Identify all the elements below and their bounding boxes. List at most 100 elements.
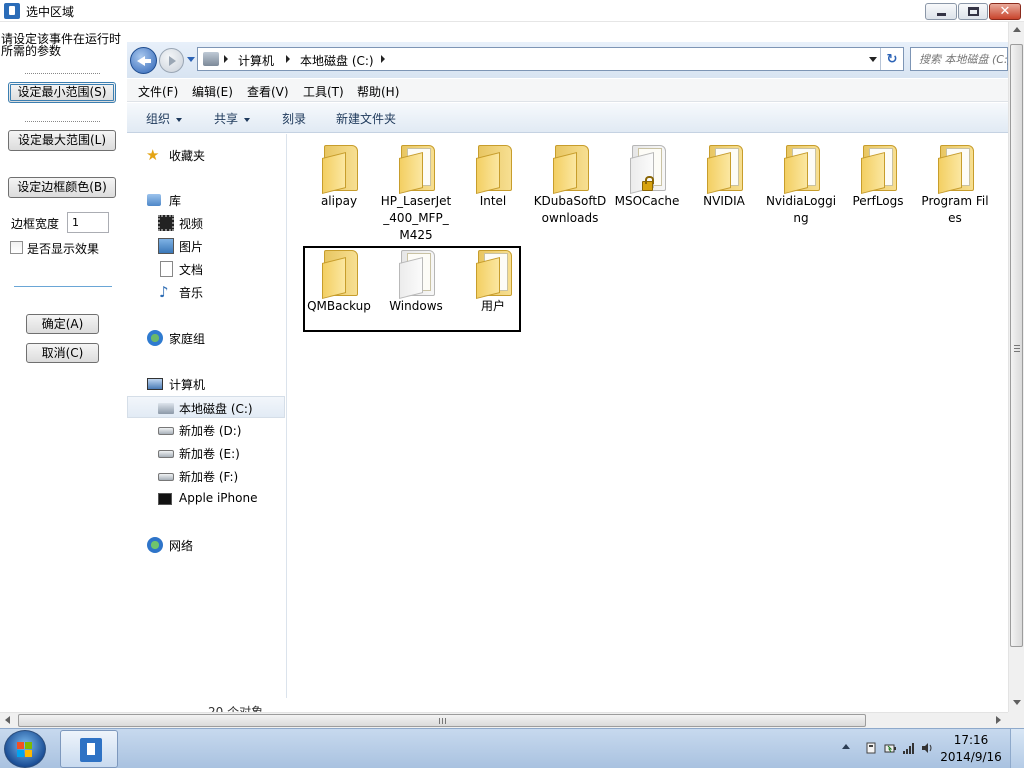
share-label: 共享 (214, 112, 239, 126)
computer-icon (203, 52, 219, 66)
nav-drive-d[interactable]: 新加卷 (D:) (127, 419, 285, 441)
folder-name: Program Files (921, 194, 989, 225)
drive-icon (158, 473, 174, 481)
scroll-down-icon[interactable] (1013, 700, 1021, 705)
folder-icon (553, 145, 589, 194)
nav-computer[interactable]: 计算机 (127, 373, 285, 395)
folder-item[interactable]: Program Files (918, 137, 992, 235)
ok-button[interactable]: 确定(A) (26, 314, 99, 334)
folder-item[interactable]: Windows (379, 242, 453, 340)
folder-item[interactable]: HP_LaserJet_400_MFP_M425 (379, 137, 453, 242)
start-button[interactable] (4, 730, 46, 768)
organize-label: 组织 (146, 112, 171, 126)
scroll-up-icon[interactable] (1013, 27, 1021, 32)
iphone-icon (158, 493, 172, 505)
nav-drive-c[interactable]: 本地磁盘 (C:) (127, 396, 285, 418)
chevron-down-icon (244, 117, 251, 122)
menu-file[interactable]: 文件(F) (138, 83, 178, 100)
folder-name: QMBackup (307, 299, 371, 313)
set-max-range-button[interactable]: 设定最大范围(L) (8, 130, 116, 151)
menu-view[interactable]: 查看(V) (247, 83, 289, 100)
folder-item[interactable]: NVIDIA (687, 137, 761, 235)
maximize-button[interactable] (958, 3, 988, 20)
menu-edit[interactable]: 编辑(E) (192, 83, 233, 100)
folder-item[interactable]: PerfLogs (841, 137, 915, 235)
nav-iphone[interactable]: Apple iPhone (127, 488, 285, 510)
horizontal-scroll-thumb[interactable] (18, 714, 866, 727)
search-input[interactable] (911, 48, 1009, 70)
minimize-button[interactable] (925, 3, 957, 20)
taskbar-app-button[interactable] (60, 730, 118, 768)
folder-icon (399, 250, 435, 299)
vertical-scroll-thumb[interactable] (1010, 44, 1023, 647)
breadcrumb-separator-icon[interactable] (381, 55, 385, 63)
clock-date[interactable]: 2014/9/16 (935, 750, 1007, 764)
minimize-icon (936, 13, 946, 16)
refresh-button[interactable]: ↻ (880, 48, 903, 70)
forward-button[interactable] (159, 48, 184, 73)
menu-help[interactable]: 帮助(H) (357, 83, 399, 100)
nav-music[interactable]: ♪ 音乐 (127, 281, 285, 303)
music-icon: ♪ (159, 283, 169, 301)
nav-libraries[interactable]: 库 (127, 189, 285, 211)
folder-item[interactable]: alipay (302, 137, 376, 235)
folder-item[interactable]: QMBackup (302, 242, 376, 340)
show-desktop-button[interactable] (1010, 729, 1024, 768)
folder-name: MSOCache (614, 194, 680, 208)
video-icon (158, 215, 174, 231)
burn-button[interactable]: 刻录 (282, 110, 306, 127)
back-button[interactable] (130, 47, 157, 74)
search-box[interactable] (910, 47, 1009, 71)
folder-item[interactable]: NvidiaLogging (764, 137, 838, 235)
set-border-color-button[interactable]: 设定边框颜色(B) (8, 177, 116, 198)
folder-item[interactable]: 用户 (456, 242, 530, 340)
nav-videos[interactable]: 视频 (127, 212, 285, 234)
file-view[interactable]: alipay HP_LaserJet_400_MFP_M425 Intel KDuba… (288, 134, 1008, 698)
breadcrumb-separator-icon[interactable] (224, 55, 228, 63)
folder-name: KDubaSoftDownloads (533, 194, 607, 225)
drive-icon (158, 450, 174, 458)
set-min-range-button[interactable]: 设定最小范围(S) (8, 82, 116, 103)
network-signal-icon[interactable] (902, 741, 916, 755)
nav-documents[interactable]: 文档 (127, 258, 285, 280)
vertical-scrollbar[interactable] (1008, 22, 1024, 712)
nav-drive-f[interactable]: 新加卷 (F:) (127, 465, 285, 487)
new-folder-button[interactable]: 新建文件夹 (336, 110, 396, 127)
nav-favorites[interactable]: ★ 收藏夹 (127, 144, 285, 166)
border-width-input[interactable] (67, 212, 109, 233)
volume-icon[interactable] (920, 741, 934, 755)
organize-button[interactable]: 组织 (146, 110, 183, 127)
menu-tools[interactable]: 工具(T) (303, 83, 344, 100)
scroll-corner (1008, 712, 1024, 728)
cancel-button[interactable]: 取消(C) (26, 343, 99, 363)
nav-pictures[interactable]: 图片 (127, 235, 285, 257)
folder-icon (322, 145, 358, 194)
address-dropdown-icon[interactable] (869, 57, 877, 62)
star-icon: ★ (146, 146, 160, 164)
power-icon[interactable] (883, 741, 897, 755)
folder-item[interactable]: P (995, 137, 1008, 235)
show-effect-checkbox[interactable] (10, 241, 23, 254)
close-button[interactable]: ✕ (989, 3, 1021, 20)
nav-network[interactable]: 网络 (127, 534, 285, 556)
folder-item[interactable]: KDubaSoftDownloads (533, 137, 607, 235)
clock-time[interactable]: 17:16 (935, 733, 1007, 747)
breadcrumb-local-disk[interactable]: 本地磁盘 (C:) (300, 52, 374, 69)
nav-homegroup[interactable]: 家庭组 (127, 327, 285, 349)
show-hidden-icons-icon[interactable] (842, 744, 850, 749)
breadcrumb-computer[interactable]: 计算机 (238, 52, 274, 69)
folder-item[interactable]: MSOCache (610, 137, 684, 235)
folder-item[interactable]: Intel (456, 137, 530, 235)
share-button[interactable]: 共享 (214, 110, 251, 127)
breadcrumb-separator-icon[interactable] (286, 55, 290, 63)
scroll-left-icon[interactable] (5, 716, 10, 724)
usb-icon[interactable] (864, 741, 878, 755)
address-bar[interactable]: 计算机 本地磁盘 (C:) ↻ (197, 47, 904, 71)
recent-pages-dropdown-icon[interactable] (187, 57, 195, 62)
scroll-right-icon[interactable] (996, 716, 1001, 724)
nav-drive-e[interactable]: 新加卷 (E:) (127, 442, 285, 464)
nav-drive-c-label: 本地磁盘 (C:) (179, 402, 253, 416)
nav-drive-e-label: 新加卷 (E:) (179, 447, 240, 461)
horizontal-scrollbar[interactable] (0, 712, 1008, 728)
close-icon: ✕ (999, 4, 1011, 19)
